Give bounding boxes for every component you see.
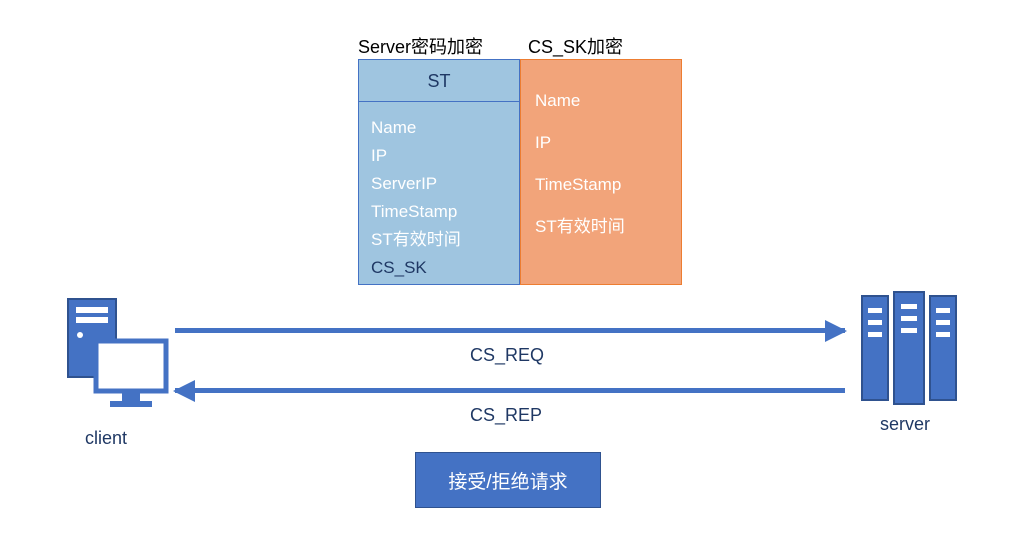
label-cs-rep: CS_REP: [470, 405, 542, 426]
field-st-valid: ST有效时间: [371, 226, 461, 254]
label-cs-sk-encrypt: CS_SK加密: [528, 33, 623, 59]
server-label: server: [880, 414, 930, 435]
field-timestamp: TimeStamp: [371, 198, 461, 226]
server-icon: [860, 290, 958, 408]
field-ip: IP: [535, 122, 625, 164]
arrow-cs-req: [175, 328, 845, 333]
arrow-cs-rep: [175, 388, 845, 393]
field-name: Name: [535, 80, 625, 122]
ticket-header-st: ST: [359, 60, 519, 102]
client-icon: [58, 295, 178, 425]
ticket-box-cs-sk-encrypted: Name IP TimeStamp ST有效时间: [520, 59, 682, 285]
field-ip: IP: [371, 142, 461, 170]
field-cs-sk: CS_SK: [371, 254, 461, 282]
field-st-valid: ST有效时间: [535, 206, 625, 248]
field-timestamp: TimeStamp: [535, 164, 625, 206]
response-box: 接受/拒绝请求: [415, 452, 601, 508]
ticket-body: Name IP TimeStamp ST有效时间: [535, 80, 625, 248]
field-name: Name: [371, 114, 461, 142]
label-cs-req: CS_REQ: [470, 345, 544, 366]
field-serverip: ServerIP: [371, 170, 461, 198]
diagram-stage: Server密码加密 CS_SK加密 ST Name IP ServerIP T…: [0, 0, 1010, 554]
ticket-box-server-encrypted: ST Name IP ServerIP TimeStamp ST有效时间 CS_…: [358, 59, 520, 285]
ticket-body: Name IP ServerIP TimeStamp ST有效时间 CS_SK: [371, 114, 461, 282]
label-server-encrypt: Server密码加密: [358, 33, 483, 59]
client-label: client: [85, 428, 127, 449]
